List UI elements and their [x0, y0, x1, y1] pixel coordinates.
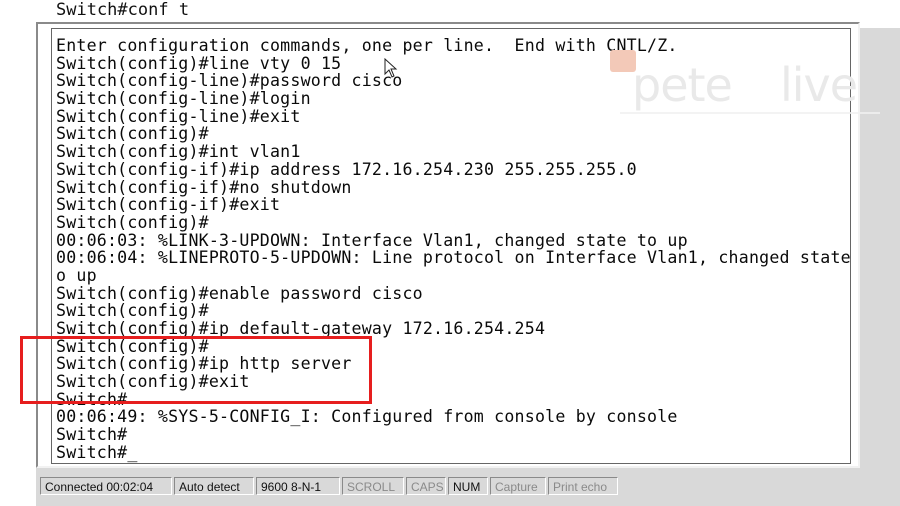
terminal-line: o up	[56, 265, 97, 285]
terminal-line: Switch#_	[56, 442, 138, 462]
terminal-line: 00:06:04: %LINEPROTO-5-UPDOWN: Line prot…	[56, 248, 851, 268]
terminal-line: Switch(config)#int vlan1	[56, 142, 301, 162]
status-bar: Connected 00:02:04 Auto detect 9600 8-N-…	[36, 476, 900, 498]
window-left-edge	[0, 0, 36, 506]
terminal-line: Enter configuration commands, one per li…	[56, 36, 678, 55]
terminal-line: Switch(config-if)#ip address 172.16.254.…	[56, 159, 637, 179]
status-caps: CAPS	[406, 477, 446, 495]
terminal-line: Switch(config)#line vty 0 15	[56, 53, 342, 73]
terminal-line: Switch(config-line)#password cisco	[56, 71, 403, 91]
status-capture: Capture	[490, 477, 546, 495]
terminal-line: Switch(config-if)#no shutdown	[56, 177, 352, 197]
terminal-line: Switch(config)#	[56, 124, 209, 144]
status-scroll: SCROLL	[342, 477, 404, 495]
terminal-line: Switch(config)#enable password cisco	[56, 283, 423, 303]
status-auto-detect: Auto detect	[174, 477, 254, 495]
terminal-line: 00:06:03: %LINK-3-UPDOWN: Interface Vlan…	[56, 230, 688, 250]
hyperterminal-window: Switch#conf t Enter configuration comman…	[0, 0, 900, 506]
highlight-annotation-box	[20, 336, 372, 404]
terminal-line: Switch(config)#	[56, 212, 209, 232]
status-print-echo: Print echo	[548, 477, 618, 495]
terminal-line: 00:06:49: %SYS-5-CONFIG_I: Configured fr…	[56, 407, 678, 427]
terminal-line: Switch(config-if)#exit	[56, 195, 281, 215]
terminal-line: Switch(config)#	[56, 301, 209, 321]
status-num: NUM	[448, 477, 488, 495]
status-connected: Connected 00:02:04	[40, 477, 172, 495]
terminal-line: Switch(config-line)#login	[56, 89, 311, 109]
status-port-settings: 9600 8-N-1	[256, 477, 340, 495]
terminal-line: Switch(config-line)#exit	[56, 106, 301, 126]
top-command-line: Switch#conf t	[56, 0, 190, 20]
terminal-line: Switch#	[56, 425, 128, 445]
mouse-pointer-icon	[384, 58, 398, 78]
